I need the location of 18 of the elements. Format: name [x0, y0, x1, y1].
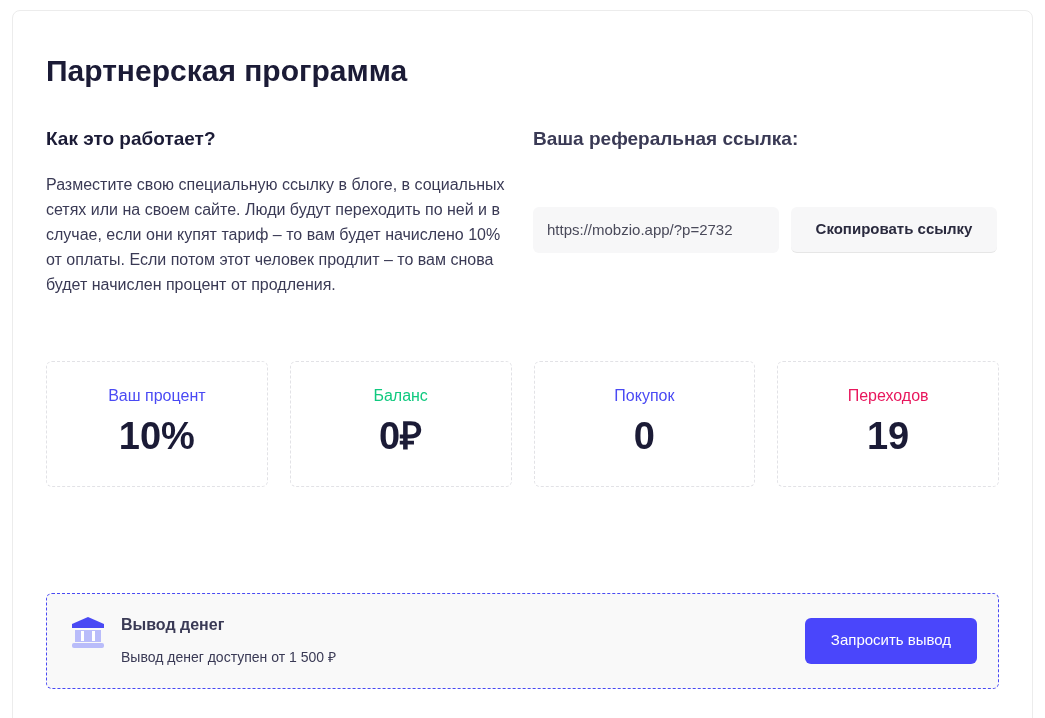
description-text: Разместите свою специальную ссылку в блоге, в социальных сетях или на своем сайте. Люди будут переходить по ней и в случае, если они купят тариф – то вам будет начислено 10% от оплаты. Если потом этот человек продлит – то вам снова будет начислен процент от продления. — [46, 174, 506, 295]
stat-label: Ваш процент — [108, 385, 206, 406]
withdraw-note: Вывод денег доступен от 1 500 ₽ — [121, 648, 337, 667]
stat-value: 0 — [633, 413, 655, 459]
referral-link-field[interactable]: https://mobzio.app/?p=2732 — [533, 206, 779, 253]
stat-label: Покупок — [614, 385, 675, 406]
section-heading: Как это работает? — [46, 127, 217, 151]
withdraw-title: Вывод денег — [121, 615, 226, 635]
stat-label: Переходов — [847, 385, 929, 406]
bank-icon — [71, 615, 105, 650]
page-title: Партнерская программа — [46, 53, 409, 89]
section-heading: Ваша реферальная ссылка: — [533, 127, 800, 151]
stat-value: 19 — [867, 413, 910, 459]
stat-value: 10% — [118, 413, 195, 459]
stat-value: 0₽ — [379, 413, 423, 459]
request-withdrawal-button[interactable]: Запросить вывод — [805, 617, 977, 664]
stat-label: Баланс — [373, 385, 428, 406]
copy-link-button[interactable]: Скопировать ссылку — [791, 206, 997, 253]
